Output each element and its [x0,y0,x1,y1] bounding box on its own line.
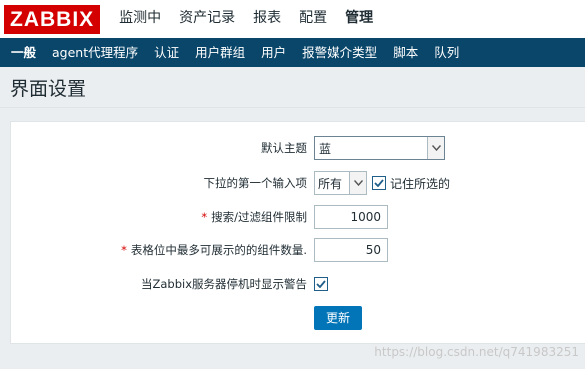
sub-nav-queue[interactable]: 队列 [426,38,467,67]
chevron-down-icon[interactable] [427,137,444,159]
default-theme-select[interactable]: 蓝 [314,136,445,160]
default-theme-label: 默认主题 [261,141,307,155]
required-marker: * [201,210,208,224]
update-button[interactable]: 更新 [314,306,362,330]
checkmark-icon [374,179,384,187]
dropdown-first-entry-value: 所有 [318,176,343,191]
server-warning-label: 当Zabbix服务器停机时显示警告 [140,277,307,291]
sub-nav-users[interactable]: 用户 [253,38,294,67]
form-row-default-theme: 默认主题 蓝 [11,136,585,160]
watermark: https://blog.csdn.net/q741983251 [374,345,579,359]
sub-nav-general[interactable]: 一般 [3,38,44,67]
checkmark-icon [316,280,326,288]
sub-nav-proxies[interactable]: agent代理程序 [44,38,146,67]
remember-selected-label: 记住所选的 [390,176,451,191]
top-nav-configuration[interactable]: 配置 [290,0,336,38]
dropdown-first-entry-label: 下拉的第一个输入项 [203,176,308,190]
server-warning-checkbox[interactable] [314,277,328,291]
top-nav-inventory[interactable]: 资产记录 [170,0,244,38]
form-row-dropdown-first-entry: 下拉的第一个输入项 所有 记住所选的 [11,171,585,195]
sub-nav-media-types[interactable]: 报警媒介类型 [294,38,385,67]
page-header: 界面设置 [0,67,585,108]
search-limit-input[interactable]: 1000 [314,205,388,229]
max-table-elements-input[interactable]: 50 [314,238,388,262]
default-theme-value: 蓝 [319,141,332,156]
zabbix-logo[interactable]: ZABBIX [4,4,101,34]
remember-selected-checkbox[interactable] [372,176,386,190]
chevron-down-icon[interactable] [349,172,366,194]
required-marker: * [121,243,127,257]
top-nav-monitoring[interactable]: 监测中 [110,0,170,38]
sub-nav-scripts[interactable]: 脚本 [385,38,426,67]
form-row-max-table-elements: * 表格位中最多可展示的的组件数量. 50 [11,238,585,262]
search-limit-label: 搜索/过滤组件限制 [211,210,307,224]
top-nav: 监测中 资产记录 报表 配置 管理 [110,0,383,38]
top-nav-administration[interactable]: 管理 [336,0,383,38]
page-title: 界面设置 [10,77,87,100]
sub-nav-user-groups[interactable]: 用户群组 [187,38,253,67]
dropdown-first-entry-select[interactable]: 所有 [314,171,367,195]
sub-nav-authentication[interactable]: 认证 [146,38,187,67]
max-table-elements-label: 表格位中最多可展示的的组件数量. [130,243,307,257]
gui-settings-form: 默认主题 蓝 下拉的第一个输入项 所有 记住所选的 * 搜索/过滤组件限制 10… [10,121,585,344]
sub-nav: 一般 agent代理程序 认证 用户群组 用户 报警媒介类型 脚本 队列 [0,38,585,67]
top-nav-reports[interactable]: 报表 [244,0,290,38]
form-row-server-warning: 当Zabbix服务器停机时显示警告 [11,272,585,296]
form-row-search-limit: * 搜索/过滤组件限制 1000 [11,205,585,229]
top-header: ZABBIX 监测中 资产记录 报表 配置 管理 [0,0,585,38]
